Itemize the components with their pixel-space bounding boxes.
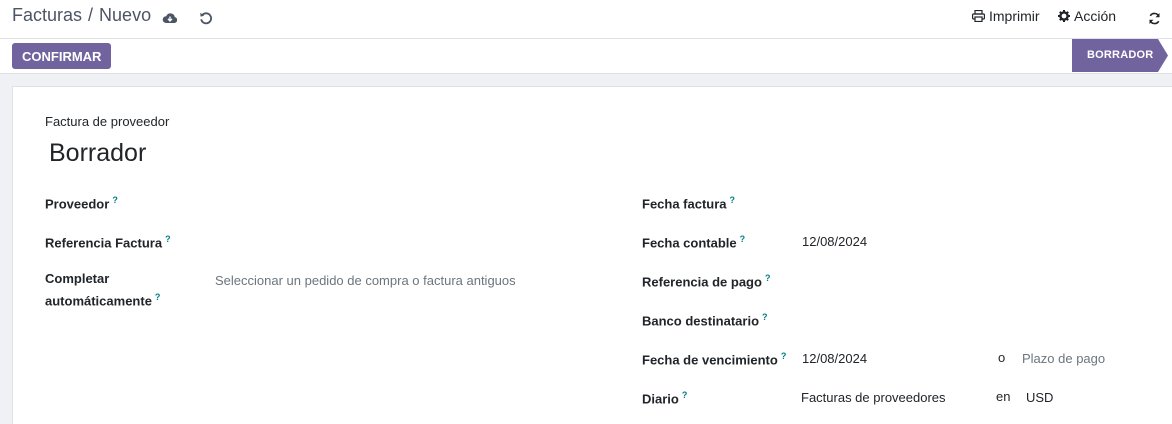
- discard-undo-icon[interactable]: [196, 8, 216, 28]
- currency-input[interactable]: USD: [1026, 390, 1053, 405]
- autocomplete-input[interactable]: Seleccionar un pedido de compra o factur…: [215, 273, 516, 288]
- breadcrumb-current: Nuevo: [99, 5, 152, 25]
- breadcrumb-separator: /: [88, 5, 94, 25]
- recipient-bank-label: Banco destinatario?: [642, 312, 768, 329]
- refresh-icon[interactable]: [1144, 8, 1164, 28]
- journal-input[interactable]: Facturas de proveedores: [801, 390, 946, 405]
- print-icon: [972, 10, 985, 22]
- help-tooltip-icon[interactable]: ?: [765, 273, 771, 283]
- state-label: BORRADOR: [1087, 49, 1154, 61]
- control-panel: Facturas / Nuevo Imprimir Acción: [0, 0, 1172, 39]
- help-tooltip-icon[interactable]: ?: [762, 312, 768, 322]
- help-tooltip-icon[interactable]: ?: [781, 351, 787, 361]
- confirm-button[interactable]: CONFIRMAR: [12, 43, 112, 69]
- document-type: Factura de proveedor: [45, 114, 170, 129]
- due-date-input[interactable]: 12/08/2024: [802, 351, 867, 366]
- accounting-date-input[interactable]: 12/08/2024: [802, 234, 867, 249]
- bill-reference-label: Referencia Factura?: [45, 234, 171, 251]
- vendor-label: Proveedor?: [45, 195, 118, 212]
- due-date-or-text: o: [998, 350, 1006, 365]
- action-button[interactable]: Acción: [1058, 8, 1116, 24]
- print-button[interactable]: Imprimir: [972, 8, 1040, 24]
- payment-reference-label: Referencia de pago?: [642, 273, 771, 290]
- invoice-date-input[interactable]: [802, 193, 1142, 212]
- vendor-input[interactable]: [215, 193, 595, 212]
- journal-in-text: en: [996, 389, 1011, 404]
- save-cloud-icon[interactable]: [160, 8, 180, 28]
- payment-terms-input[interactable]: Plazo de pago: [1022, 351, 1105, 366]
- help-tooltip-icon[interactable]: ?: [730, 195, 736, 205]
- gear-icon: [1058, 10, 1070, 22]
- status-bar: CONFIRMAR BORRADOR: [0, 39, 1172, 74]
- journal-label: Diario?: [642, 390, 688, 407]
- recipient-bank-input[interactable]: [802, 310, 1142, 329]
- help-tooltip-icon[interactable]: ?: [112, 195, 118, 205]
- print-label: Imprimir: [989, 8, 1040, 24]
- bill-reference-input[interactable]: [215, 232, 595, 251]
- autocomplete-label: Completar automáticamente?: [45, 271, 161, 309]
- help-tooltip-icon[interactable]: ?: [740, 234, 746, 244]
- state-borrador[interactable]: BORRADOR: [1072, 39, 1172, 72]
- invoice-date-label: Fecha factura?: [642, 195, 736, 212]
- form-sheet: [12, 86, 1172, 424]
- breadcrumb-parent[interactable]: Facturas: [12, 5, 82, 25]
- payment-reference-input[interactable]: [802, 271, 1142, 290]
- document-title: Borrador: [49, 139, 147, 167]
- help-tooltip-icon[interactable]: ?: [165, 234, 171, 244]
- help-tooltip-icon[interactable]: ?: [155, 292, 161, 302]
- due-date-label: Fecha de vencimiento?: [642, 351, 787, 368]
- breadcrumb: Facturas / Nuevo: [12, 5, 151, 26]
- help-tooltip-icon[interactable]: ?: [682, 390, 688, 400]
- action-label: Acción: [1074, 8, 1117, 24]
- accounting-date-label: Fecha contable?: [642, 234, 746, 251]
